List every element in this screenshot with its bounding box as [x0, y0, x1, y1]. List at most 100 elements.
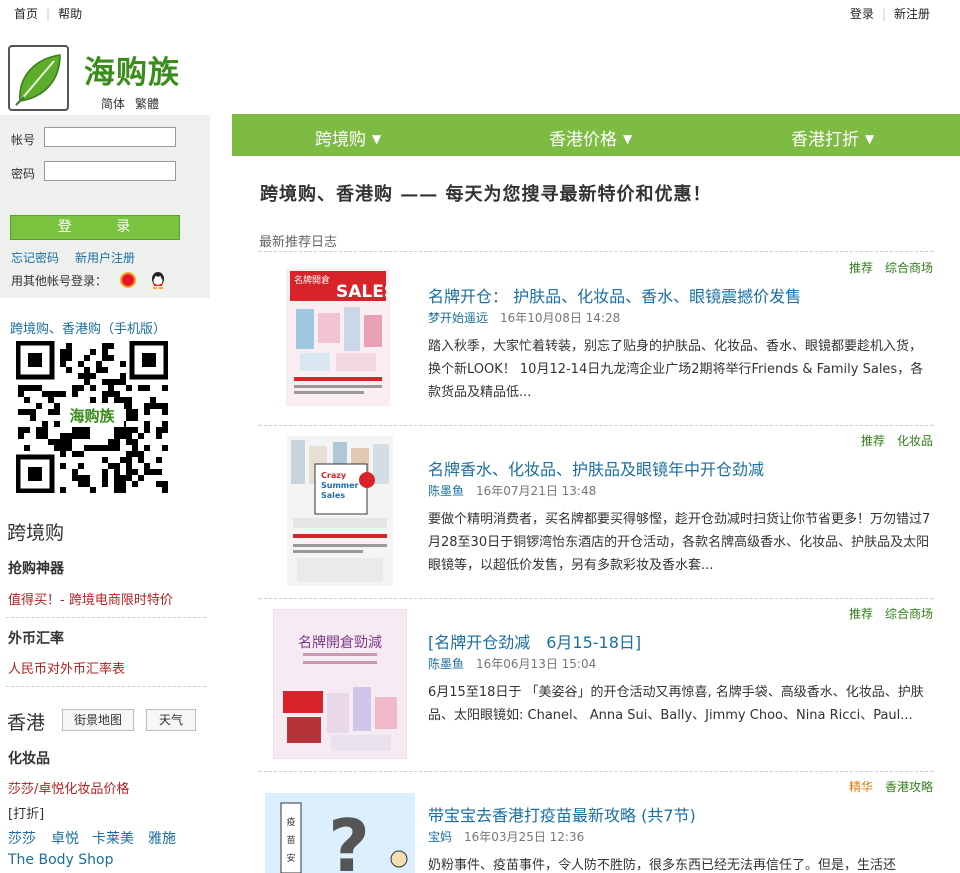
post-tags: 推荐 综合商场 — [849, 259, 933, 276]
tag-link[interactable]: 香港攻略 — [885, 780, 933, 794]
password-input[interactable] — [44, 161, 176, 181]
nav-item-hk-price[interactable]: 香港价格 ▼ — [549, 125, 632, 150]
post-author[interactable]: 宝妈 — [428, 830, 452, 844]
recent-label: 最新推荐日志 — [259, 235, 338, 250]
shop-link-bodyshop[interactable]: The Body Shop — [8, 852, 114, 868]
svg-text:Summer: Summer — [321, 481, 359, 490]
svg-text:疫: 疫 — [286, 816, 295, 828]
hk-title: 香港 — [7, 712, 46, 734]
divider — [259, 771, 933, 772]
divider — [6, 686, 206, 687]
deals-link[interactable]: 值得买！- 跨境电商限时特价 — [8, 589, 173, 608]
post-body: 要做个精明消费者，买名牌都要买得够慳，趁开仓劲减时扫货让你节省更多！万勿错过7月… — [428, 512, 931, 573]
post-tags: 精华 香港攻略 — [849, 778, 933, 795]
post-thumbnail[interactable]: 名牌開倉 SALES — [286, 269, 396, 406]
qq-icon[interactable] — [150, 271, 166, 289]
post-author[interactable]: 陈墨鱼 — [428, 484, 464, 498]
post-body: 踏入秋季，大家忙着转装，别忘了贴身的护肤品、化妆品、香水、眼镜都要趁机入货，换个… — [428, 339, 924, 400]
divider — [6, 617, 206, 618]
login-links: 忘记密码 新用户注册 — [11, 249, 135, 266]
qr-caption: 海购族 — [69, 407, 115, 425]
street-map-button[interactable]: 街景地图 — [62, 709, 134, 731]
post-meta: 梦开始遥远 16年10月08日 14:28 — [428, 309, 620, 326]
post-date: 16年10月08日 14:28 — [500, 311, 621, 325]
nav-item-crossborder[interactable]: 跨境购 ▼ — [315, 125, 381, 150]
post-date: 16年06月13日 15:04 — [476, 657, 597, 671]
weather-button[interactable]: 天气 — [146, 709, 196, 731]
login-button[interactable]: 登 录 — [10, 215, 180, 240]
post-thumbnail[interactable]: Crazy Summer Sales — [287, 436, 393, 586]
post-title[interactable]: 名牌香水、化妆品、护肤品及眼镜年中开仓劲减 — [428, 456, 764, 480]
forgot-password-link[interactable]: 忘记密码 — [11, 251, 59, 265]
tag-link[interactable]: 综合商场 — [885, 607, 933, 621]
main-nav: 跨境购 ▼ 香港价格 ▼ 香港打折 ▼ — [232, 114, 960, 156]
svg-text:Crazy: Crazy — [321, 471, 347, 480]
post-title[interactable]: [名牌开仓劲减 6月15-18日] — [428, 629, 641, 653]
divider — [259, 425, 933, 426]
qr-code: 海购族 — [15, 340, 169, 494]
cosmetics-price-link[interactable]: 莎莎/卓悦化妆品价格 — [8, 778, 129, 797]
tag-link[interactable]: 推荐 — [849, 607, 873, 621]
simplified-link[interactable]: 简体 — [101, 97, 125, 111]
top-bar: 首页 | 帮助 登录 | 新注册 — [0, 0, 960, 24]
chevron-down-icon: ▼ — [372, 132, 382, 146]
post-item: 推荐 综合商场 名牌開倉 SALES 名牌开仓： 护肤品、化妆品、香水、眼镜震撼价… — [259, 259, 933, 426]
fx-title: 外币汇率 — [8, 631, 64, 647]
post-item: 推荐 化妆品 Crazy Summer Sales 名牌香水、化妆品、护肤品及眼镜… — [259, 432, 933, 599]
divider: | — [46, 7, 51, 21]
post-date: 16年03月25日 12:36 — [464, 830, 585, 844]
chevron-down-icon: ▼ — [623, 132, 633, 146]
post-body: 6月15至18日于 「美姿谷」的开仓活动又再惊喜, 名牌手袋、高级香水、化妆品、… — [428, 685, 924, 723]
post-date: 16年07月21日 13:48 — [476, 484, 597, 498]
svg-text:Sales: Sales — [321, 491, 345, 500]
post-item: 推荐 综合商场 名牌開倉勁減 [名牌开仓劲减 6月15-18日] 陈墨鱼 16年06… — [259, 605, 933, 772]
post-title[interactable]: 名牌开仓： 护肤品、化妆品、香水、眼镜震撼价发售 — [428, 283, 801, 307]
tag-link[interactable]: 化妆品 — [897, 434, 933, 448]
site-name[interactable]: 海购族 — [84, 47, 180, 92]
home-link[interactable]: 首页 — [14, 7, 38, 21]
tag-link[interactable]: 精华 — [849, 780, 873, 794]
register-link[interactable]: 新注册 — [894, 7, 930, 21]
nav-item-hk-discount[interactable]: 香港打折 ▼ — [791, 125, 874, 150]
leaf-logo-icon[interactable] — [8, 45, 69, 111]
shop-link-colourmix[interactable]: 卡莱美 — [92, 828, 134, 848]
new-user-link[interactable]: 新用户注册 — [75, 251, 135, 265]
svg-text:安: 安 — [286, 852, 295, 864]
post-author[interactable]: 梦开始遥远 — [428, 311, 488, 325]
post-thumbnail[interactable]: 名牌開倉勁減 — [272, 608, 408, 760]
post-author[interactable]: 陈墨鱼 — [428, 657, 464, 671]
page-headline: 跨境购、香港购 —— 每天为您搜寻最新特价和优惠！ — [260, 184, 712, 205]
post-meta: 陈墨鱼 16年06月13日 15:04 — [428, 655, 596, 672]
svg-text:苗: 苗 — [286, 835, 295, 846]
help-link[interactable]: 帮助 — [58, 7, 82, 21]
divider: | — [881, 7, 886, 21]
tag-link[interactable]: 推荐 — [861, 434, 885, 448]
account-input[interactable] — [44, 127, 176, 147]
shop-link-bonjour[interactable]: 卓悦 — [51, 828, 79, 848]
mobile-version-link[interactable]: 跨境购、香港购（手机版） — [10, 318, 166, 337]
post-title[interactable]: 带宝宝去香港打疫苗最新攻略 (共7节) — [428, 802, 696, 826]
traditional-link[interactable]: 繁體 — [135, 97, 159, 111]
tag-link[interactable]: 综合商场 — [885, 261, 933, 275]
fx-link[interactable]: 人民币对外币汇率表 — [8, 658, 125, 677]
svg-text:?: ? — [328, 804, 370, 873]
tag-link[interactable]: 推荐 — [849, 261, 873, 275]
svg-text:名牌開倉: 名牌開倉 — [294, 274, 330, 286]
top-bar-left: 首页 | 帮助 — [14, 5, 82, 22]
account-label: 帐号 — [11, 133, 36, 147]
shop-link-sasa[interactable]: 莎莎 — [8, 828, 36, 848]
language-switch: 简体 繁體 — [101, 95, 159, 112]
login-link[interactable]: 登录 — [850, 7, 874, 21]
post-thumbnail[interactable]: 疫 苗 安 ? — [265, 793, 415, 873]
shop-link-aster[interactable]: 雅施 — [148, 828, 176, 848]
top-bar-right: 登录 | 新注册 — [850, 5, 930, 22]
login-panel: 帐号 密码 登 录 忘记密码 新用户注册 用其他帐号登录： — [0, 115, 210, 298]
cosmetics-title: 化妆品 — [8, 751, 50, 767]
password-label: 密码 — [11, 167, 36, 181]
weibo-icon[interactable] — [120, 272, 136, 288]
crossborder-title: 跨境购 — [7, 522, 65, 544]
password-row: 密码 — [11, 161, 176, 182]
nav-label: 香港价格 — [549, 130, 617, 150]
svg-text:SALES: SALES — [336, 282, 390, 302]
post-tags: 推荐 综合商场 — [849, 605, 933, 622]
